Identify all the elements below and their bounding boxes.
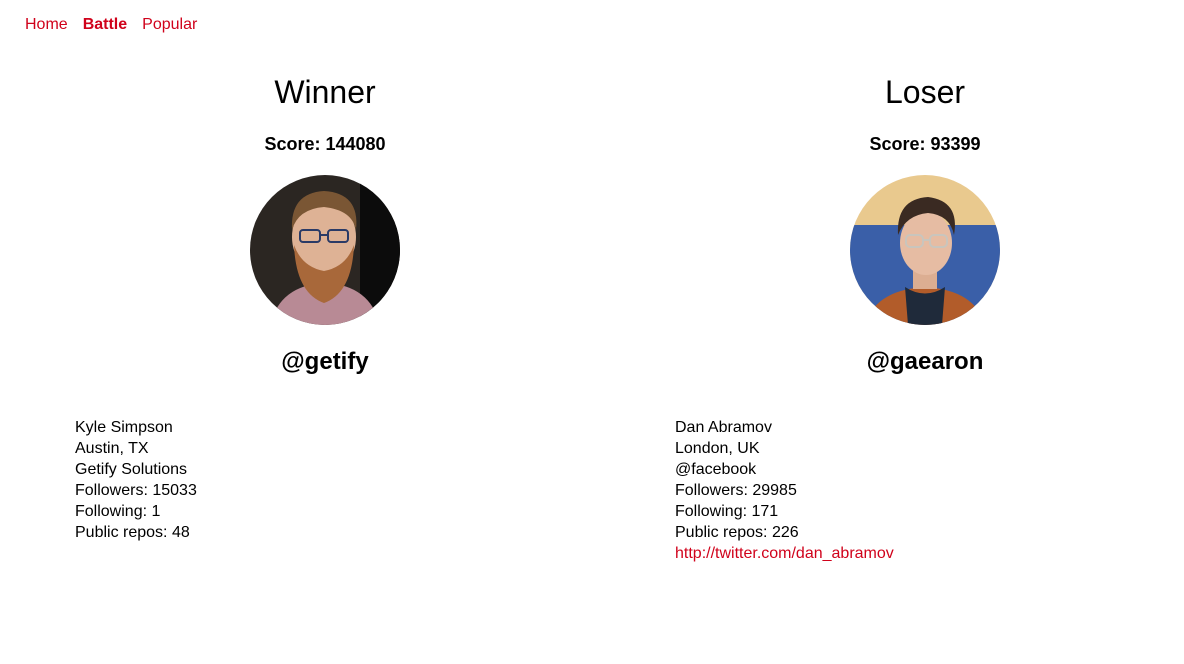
winner-header: Winner Score: 144080 @getify [75,72,575,378]
avatar-dan-abramov-icon [850,175,1000,325]
loser-name: Dan Abramov [675,419,772,436]
loser-blog-link[interactable]: http://twitter.com/dan_abramov [675,545,894,562]
winner-name: Kyle Simpson [75,419,173,436]
loser-followers: Followers: 29985 [675,482,797,499]
loser-card: Loser Score: 93399 @gaearon Dan Abramov … [675,72,1175,564]
loser-following: Following: 171 [675,503,779,520]
loser-avatar [850,175,1000,325]
loser-location: London, UK [675,440,760,457]
winner-followers: Followers: 15033 [75,482,197,499]
winner-following: Following: 1 [75,503,161,520]
loser-score: Score: 93399 [869,134,981,154]
winner-location: Austin, TX [75,440,149,457]
loser-title: Loser [884,74,966,110]
winner-title: Winner [274,74,376,110]
winner-repos: Public repos: 48 [75,524,190,541]
winner-score: Score: 144080 [264,134,386,154]
winner-company: Getify Solutions [75,461,188,478]
top-nav: Home Battle Popular [25,16,197,34]
nav-popular-link[interactable]: Popular [142,16,197,34]
loser-details: Dan Abramov London, UK @facebook Followe… [675,417,1175,564]
nav-battle-link[interactable]: Battle [83,16,127,34]
winner-details: Kyle Simpson Austin, TX Getify Solutions… [75,417,575,543]
winner-avatar [250,175,400,325]
nav-home-link[interactable]: Home [25,16,68,34]
winner-card: Winner Score: 144080 @getify Kyle Simpso… [75,72,575,543]
loser-header: Loser Score: 93399 @gaearon [675,72,1175,378]
winner-username: @getify [281,348,369,375]
loser-repos: Public repos: 226 [675,524,799,541]
loser-company: @facebook [675,461,757,478]
loser-username: @gaearon [866,348,984,375]
avatar-kyle-simpson-icon [250,175,400,325]
